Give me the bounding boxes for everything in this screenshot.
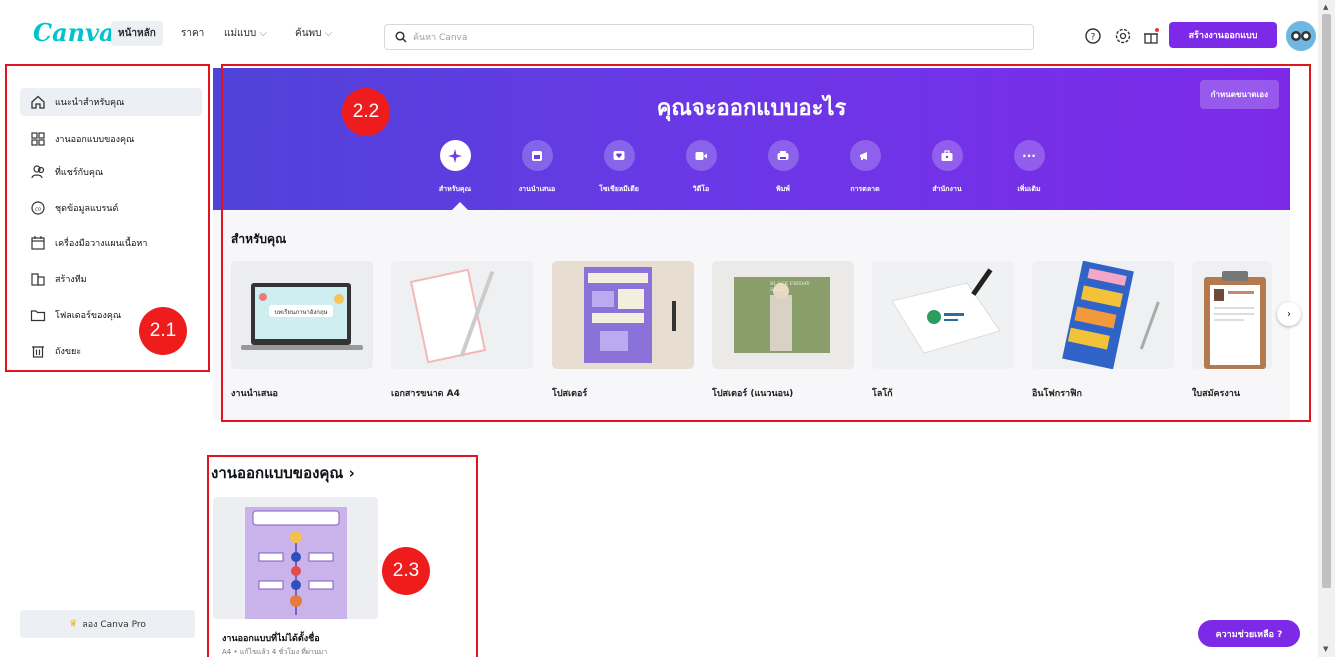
annotation-badge-2-3: 2.3 [382,547,430,595]
nav-templates[interactable]: แม่แบบ ⌵ [224,26,267,41]
nav-home[interactable]: หน้าหลัก [111,21,163,46]
gift-icon[interactable] [1142,27,1160,45]
help-icon[interactable]: ? [1084,27,1102,45]
search-bar[interactable]: ค้นหา Canva [384,24,1034,50]
annotation-badge-2-2: 2.2 [342,88,390,136]
annotation-badge-2-1: 2.1 [139,307,187,355]
nav-pricing[interactable]: ราคา [181,26,204,41]
settings-icon[interactable] [1114,27,1132,45]
try-pro-label: ลอง Canva Pro [82,620,146,630]
nav-discover-label: ค้นพบ [295,28,322,39]
annotation-box-2-3 [207,455,478,657]
scroll-up-arrow[interactable]: ▲ [1323,3,1328,11]
search-placeholder: ค้นหา Canva [413,33,468,43]
help-button[interactable]: ความช่วยเหลือ ? [1198,620,1300,647]
canva-logo[interactable]: Canva [33,18,115,47]
crown-icon: ♛ [69,619,78,629]
create-design-button[interactable]: สร้างงานออกแบบ [1169,22,1277,48]
avatar[interactable] [1286,21,1316,51]
scroll-down-arrow[interactable]: ▼ [1323,645,1328,653]
nav-templates-label: แม่แบบ [224,28,257,39]
svg-text:?: ? [1091,33,1096,43]
avatar-face-icon [1291,31,1311,41]
chevron-down-icon: ⌵ [259,28,267,39]
top-bar: Canva หน้าหลัก ราคา แม่แบบ ⌵ ค้นพบ ⌵ ค้น… [0,0,1318,62]
page-scrollbar[interactable]: ▲ ▼ [1318,0,1335,657]
scrollbar-thumb[interactable] [1322,14,1331,588]
search-icon [395,31,407,43]
chevron-down-icon: ⌵ [324,28,333,39]
try-canva-pro-button[interactable]: ♛ ลอง Canva Pro [20,610,195,638]
nav-discover[interactable]: ค้นพบ ⌵ [295,26,332,41]
